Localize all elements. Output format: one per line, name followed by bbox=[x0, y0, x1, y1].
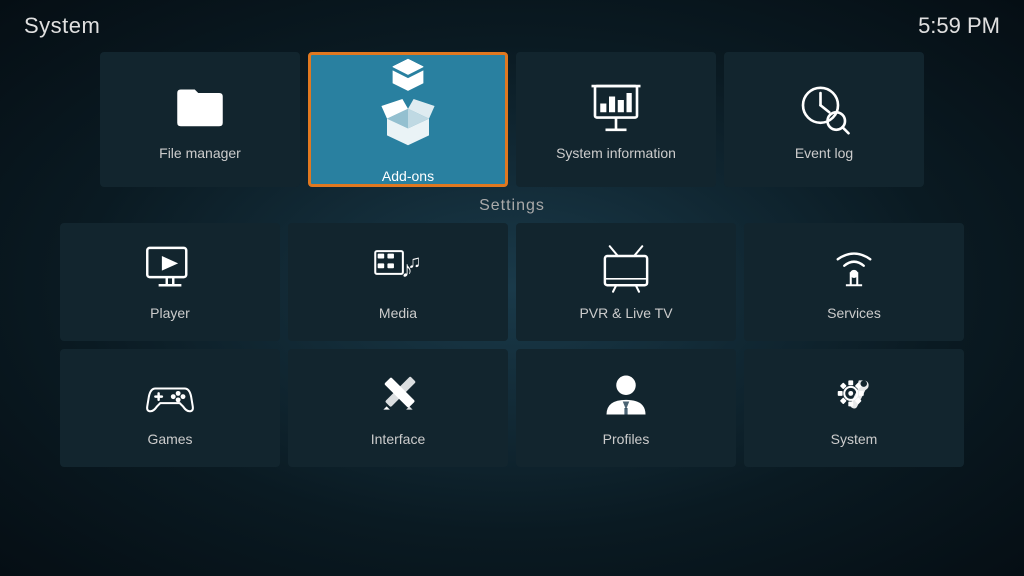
svg-text:♫: ♫ bbox=[408, 251, 421, 271]
tile-player[interactable]: Player bbox=[60, 223, 280, 341]
profiles-label: Profiles bbox=[603, 431, 650, 447]
event-log-label: Event log bbox=[795, 145, 853, 161]
tile-file-manager[interactable]: File manager bbox=[100, 52, 300, 187]
event-log-icon bbox=[796, 79, 852, 135]
tile-media[interactable]: ♪ ♫ Media bbox=[288, 223, 508, 341]
tv-icon bbox=[600, 243, 652, 295]
tile-add-ons[interactable]: Add-ons bbox=[308, 52, 508, 187]
interface-label: Interface bbox=[371, 431, 425, 447]
main-content: File manager bbox=[0, 52, 1024, 467]
system-label: System bbox=[831, 431, 878, 447]
system-icon bbox=[828, 369, 880, 421]
file-manager-label: File manager bbox=[159, 145, 241, 161]
folder-icon bbox=[172, 79, 228, 135]
interface-icon bbox=[372, 369, 424, 421]
settings-section-label: Settings bbox=[60, 197, 964, 215]
tile-interface[interactable]: Interface bbox=[288, 349, 508, 467]
tile-pvr-live-tv[interactable]: PVR & Live TV bbox=[516, 223, 736, 341]
add-ons-box-icon bbox=[380, 92, 436, 148]
presentation-icon bbox=[588, 79, 644, 135]
app-title: System bbox=[24, 13, 100, 39]
tile-services[interactable]: Services bbox=[744, 223, 964, 341]
player-label: Player bbox=[150, 305, 190, 321]
pvr-live-tv-label: PVR & Live TV bbox=[579, 305, 672, 321]
tile-system[interactable]: System bbox=[744, 349, 964, 467]
clock: 5:59 PM bbox=[918, 13, 1000, 39]
add-ons-label: Add-ons bbox=[382, 168, 434, 184]
add-ons-icon bbox=[380, 55, 436, 96]
games-icon bbox=[144, 369, 196, 421]
games-label: Games bbox=[147, 431, 192, 447]
system-information-label: System information bbox=[556, 145, 676, 161]
player-icon bbox=[144, 243, 196, 295]
media-icon: ♪ ♫ bbox=[372, 243, 424, 295]
settings-grid: Player ♪ ♫ Media bbox=[60, 223, 964, 467]
media-label: Media bbox=[379, 305, 417, 321]
tile-event-log[interactable]: Event log bbox=[724, 52, 924, 187]
top-tiles-row: File manager bbox=[60, 52, 964, 187]
tile-games[interactable]: Games bbox=[60, 349, 280, 467]
header: System 5:59 PM bbox=[0, 0, 1024, 52]
tile-profiles[interactable]: Profiles bbox=[516, 349, 736, 467]
services-label: Services bbox=[827, 305, 881, 321]
profiles-icon bbox=[600, 369, 652, 421]
services-icon bbox=[828, 243, 880, 295]
tile-system-information[interactable]: System information bbox=[516, 52, 716, 187]
